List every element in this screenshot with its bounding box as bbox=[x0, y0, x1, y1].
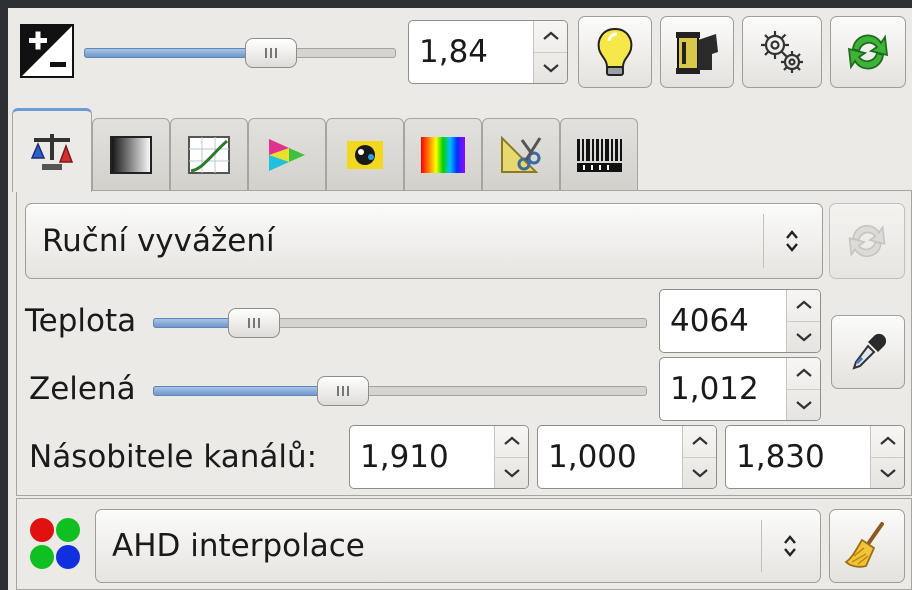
white-balance-mode-value: Ruční vyvážení bbox=[42, 223, 275, 259]
ufraw-panel: 1,84 Ruční vyvážení Teplota 4064 Zelená … bbox=[8, 8, 912, 590]
spin-up-icon[interactable] bbox=[871, 426, 904, 457]
channel-multipliers-label: Násobitele kanálů: bbox=[29, 439, 318, 475]
spin-up-icon[interactable] bbox=[787, 358, 820, 389]
white-balance-page: Ruční vyvážení Teplota 4064 Zelená 1,012… bbox=[16, 190, 912, 496]
interpolation-section: AHD interpolace bbox=[16, 498, 912, 590]
eyedropper-icon bbox=[852, 333, 887, 370]
white-balance-mode-select[interactable]: Ruční vyvážení bbox=[25, 203, 823, 279]
spin-down-icon[interactable] bbox=[495, 456, 528, 489]
film-camera-button[interactable] bbox=[660, 16, 734, 88]
refresh-icon bbox=[847, 34, 889, 70]
temperature-slider[interactable] bbox=[153, 308, 647, 338]
spin-down-icon[interactable] bbox=[534, 51, 567, 84]
temperature-value[interactable]: 4064 bbox=[670, 290, 749, 352]
auto-exposure-icon bbox=[597, 27, 633, 76]
exposure-slider-knob[interactable] bbox=[245, 38, 297, 68]
tab-crop-rotate[interactable] bbox=[482, 118, 560, 190]
multiplier-green-spinbox[interactable]: 1,000 bbox=[537, 425, 717, 489]
tab-color-management[interactable] bbox=[248, 118, 326, 190]
grayscale-gradient-icon bbox=[110, 135, 152, 174]
spin-down-icon[interactable] bbox=[787, 320, 820, 353]
gears-icon bbox=[761, 31, 803, 73]
tab-white-balance[interactable] bbox=[12, 108, 92, 192]
refresh-icon bbox=[848, 224, 886, 258]
exposure-slider[interactable] bbox=[84, 38, 396, 68]
spin-up-icon[interactable] bbox=[683, 426, 716, 457]
crop-tools-icon bbox=[501, 135, 542, 173]
exposure-icon bbox=[20, 24, 74, 78]
spin-up-icon[interactable] bbox=[495, 426, 528, 457]
combo-arrows-icon bbox=[778, 510, 802, 582]
interpolation-value: AHD interpolace bbox=[112, 528, 365, 564]
exif-barcode-icon bbox=[577, 138, 622, 172]
green-slider[interactable] bbox=[153, 376, 647, 406]
multiplier-green-value[interactable]: 1,000 bbox=[548, 426, 637, 488]
spot-white-balance-button[interactable] bbox=[831, 315, 905, 389]
spin-down-icon[interactable] bbox=[787, 388, 820, 421]
tab-grayscale[interactable] bbox=[92, 118, 170, 190]
combo-arrows-icon bbox=[780, 204, 804, 278]
green-label: Zelená bbox=[29, 371, 136, 407]
auto-exposure-button[interactable] bbox=[578, 16, 652, 88]
temperature-slider-knob[interactable] bbox=[228, 308, 280, 338]
spectrum-icon bbox=[421, 136, 465, 173]
green-slider-knob[interactable] bbox=[317, 376, 369, 406]
multiplier-red-value[interactable]: 1,910 bbox=[360, 426, 449, 488]
color-triangle-icon bbox=[269, 138, 305, 171]
settings-button[interactable] bbox=[742, 16, 822, 88]
bayer-dots-icon bbox=[29, 515, 83, 573]
lens-icon bbox=[347, 140, 383, 169]
spin-up-icon[interactable] bbox=[787, 290, 820, 321]
exposure-spinbox[interactable]: 1,84 bbox=[408, 20, 568, 84]
temperature-spinbox[interactable]: 4064 bbox=[659, 289, 821, 353]
spin-down-icon[interactable] bbox=[683, 456, 716, 489]
tab-exif[interactable] bbox=[560, 118, 638, 190]
multiplier-blue-spinbox[interactable]: 1,830 bbox=[725, 425, 905, 489]
multiplier-red-spinbox[interactable]: 1,910 bbox=[349, 425, 529, 489]
broom-icon bbox=[844, 522, 884, 568]
tab-curves[interactable] bbox=[170, 118, 248, 190]
clean-button[interactable] bbox=[829, 509, 905, 583]
tab-lens[interactable] bbox=[326, 118, 404, 190]
refresh-button[interactable] bbox=[830, 16, 906, 88]
green-value[interactable]: 1,012 bbox=[670, 358, 759, 420]
multiplier-blue-value[interactable]: 1,830 bbox=[736, 426, 825, 488]
spin-up-icon[interactable] bbox=[534, 21, 567, 52]
temperature-label: Teplota bbox=[25, 303, 137, 339]
tab-saturation[interactable] bbox=[404, 118, 482, 190]
curves-icon bbox=[188, 135, 230, 174]
white-balance-icon bbox=[30, 133, 74, 170]
white-balance-reset-button[interactable] bbox=[829, 203, 905, 279]
film-camera-icon bbox=[676, 32, 718, 74]
exposure-value[interactable]: 1,84 bbox=[419, 21, 488, 83]
spin-down-icon[interactable] bbox=[871, 456, 904, 489]
interpolation-select[interactable]: AHD interpolace bbox=[95, 509, 821, 583]
green-spinbox[interactable]: 1,012 bbox=[659, 357, 821, 421]
